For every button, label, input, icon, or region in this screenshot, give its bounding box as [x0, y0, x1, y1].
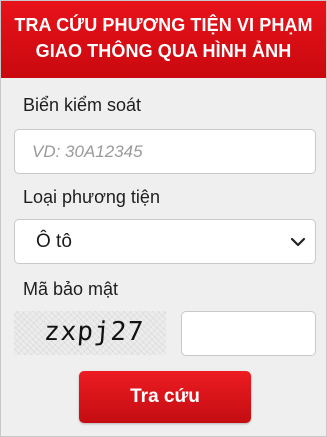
vehicle-type-select[interactable]: Ô tô: [14, 219, 316, 264]
plate-label: Biển kiểm soát: [23, 95, 142, 115]
captcha-text: zxpj27: [42, 317, 145, 347]
search-button[interactable]: Tra cứu: [79, 371, 251, 423]
captcha-input[interactable]: [181, 311, 316, 356]
vehicle-type-selected: Ô tô: [36, 231, 72, 252]
captcha-image: zxpj27: [14, 311, 166, 355]
chevron-down-icon: [290, 234, 306, 255]
form-header: TRA CỨU PHƯƠNG TIỆN VI PHẠM GIAO THÔNG Q…: [1, 1, 326, 78]
header-title-line-2: GIAO THÔNG QUA HÌNH ẢNH: [35, 41, 292, 61]
lookup-form-panel: TRA CỨU PHƯƠNG TIỆN VI PHẠM GIAO THÔNG Q…: [0, 0, 327, 437]
vehicle-type-label: Loại phương tiện: [23, 187, 160, 207]
captcha-label: Mã bảo mật: [23, 279, 119, 299]
header-title-line-1: TRA CỨU PHƯƠNG TIỆN VI PHẠM: [14, 15, 313, 35]
plate-input[interactable]: [14, 129, 316, 174]
